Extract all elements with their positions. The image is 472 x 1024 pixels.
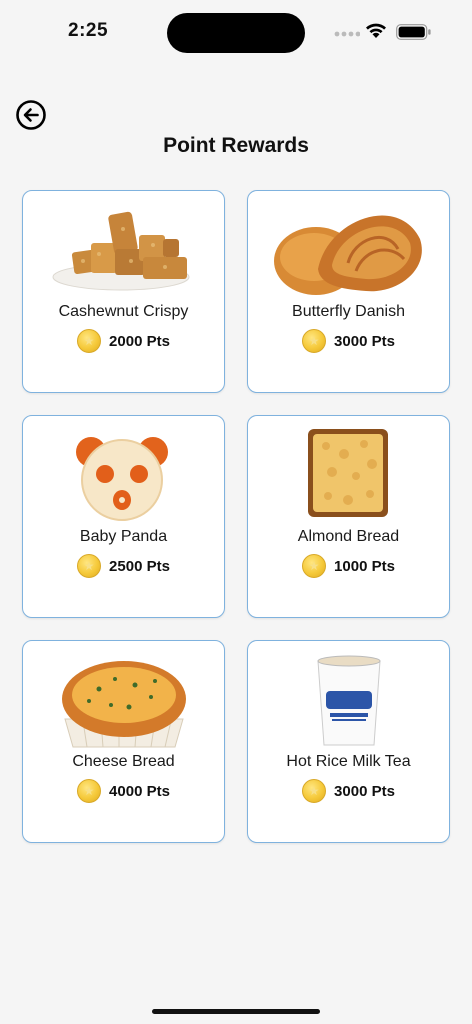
signal-icon bbox=[334, 31, 360, 37]
points-value: 4000 Pts bbox=[109, 782, 170, 800]
butterfly-danish-image bbox=[274, 215, 422, 295]
page-title: Point Rewards bbox=[163, 134, 309, 157]
points-value: 1000 Pts bbox=[334, 557, 395, 575]
coin-icon: ★ bbox=[302, 329, 327, 353]
battery-icon bbox=[396, 24, 431, 40]
reward-card[interactable]: Baby Panda ★ 2500 Pts bbox=[22, 415, 225, 618]
points-value: 2500 Pts bbox=[109, 557, 170, 575]
points-value: 3000 Pts bbox=[334, 332, 395, 350]
reward-card[interactable]: Butterfly Danish ★ 3000 Pts bbox=[247, 190, 450, 393]
reward-name: Cashewnut Crispy bbox=[58, 303, 189, 320]
reward-name: Hot Rice Milk Tea bbox=[286, 753, 411, 770]
reward-points: ★ 1000 Pts bbox=[248, 554, 449, 578]
coin-icon: ★ bbox=[302, 554, 327, 578]
coin-icon: ★ bbox=[77, 554, 102, 578]
reward-name: Baby Panda bbox=[79, 528, 168, 545]
reward-name: Almond Bread bbox=[297, 528, 400, 545]
coin-icon: ★ bbox=[77, 779, 102, 803]
almond-bread-image bbox=[308, 429, 388, 517]
hot-rice-milk-tea-image bbox=[317, 655, 381, 746]
points-value: 3000 Pts bbox=[334, 782, 395, 800]
reward-card[interactable]: Almond Bread ★ 1000 Pts bbox=[247, 415, 450, 618]
points-value: 2000 Pts bbox=[109, 332, 170, 350]
reward-name: Butterfly Danish bbox=[292, 303, 405, 320]
baby-panda-image bbox=[76, 437, 168, 521]
reward-name: Cheese Bread bbox=[72, 753, 175, 770]
cheese-bread-image bbox=[62, 661, 186, 748]
cashewnut-crispy-image bbox=[52, 211, 190, 291]
status-bar: 2:25 bbox=[0, 0, 472, 60]
reward-card[interactable]: Cashewnut Crispy ★ 2000 Pts bbox=[22, 190, 225, 393]
reward-card[interactable]: Hot Rice Milk Tea ★ 3000 Pts bbox=[247, 640, 450, 843]
reward-points: ★ 3000 Pts bbox=[248, 329, 449, 353]
wifi-icon bbox=[366, 23, 386, 38]
status-time: 2:25 bbox=[68, 20, 109, 41]
dynamic-island bbox=[167, 13, 305, 53]
reward-points: ★ 3000 Pts bbox=[248, 779, 449, 803]
home-indicator[interactable] bbox=[152, 1009, 320, 1014]
reward-points: ★ 2000 Pts bbox=[23, 329, 224, 353]
coin-icon: ★ bbox=[77, 329, 102, 353]
coin-icon: ★ bbox=[302, 779, 327, 803]
reward-points: ★ 4000 Pts bbox=[23, 779, 224, 803]
reward-points: ★ 2500 Pts bbox=[23, 554, 224, 578]
back-arrow-icon[interactable] bbox=[15, 99, 47, 131]
reward-card[interactable]: Cheese Bread ★ 4000 Pts bbox=[22, 640, 225, 843]
